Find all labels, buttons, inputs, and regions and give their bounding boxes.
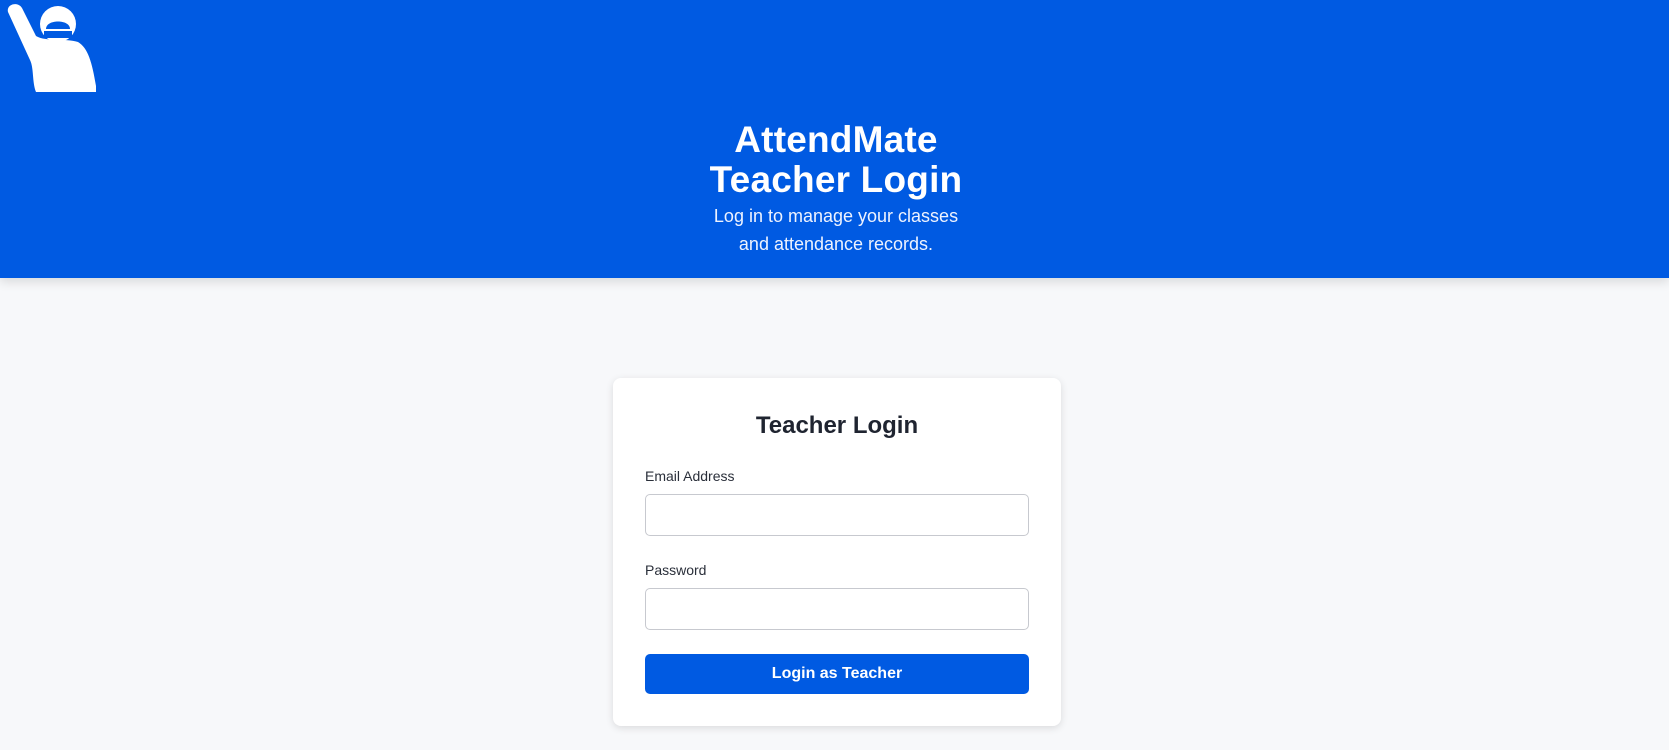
app-title: AttendMate Teacher Login: [0, 120, 1669, 200]
login-card-title: Teacher Login: [755, 412, 919, 439]
hero-subtitle: Log in to manage your classes and attend…: [701, 202, 971, 258]
subtitle-line-2: and attendance records.: [738, 234, 934, 254]
login-as-teacher-button[interactable]: Login as Teacher: [645, 654, 1029, 694]
password-label: Password: [645, 562, 707, 578]
email-field[interactable]: [645, 494, 1029, 536]
subtitle-line-1: Log in to manage your classes: [713, 206, 959, 226]
login-card: Teacher Login Email Address Password Log…: [613, 378, 1061, 726]
top-banner: AttendMate Teacher Login Log in to manag…: [0, 0, 1669, 278]
hero-section: AttendMate Teacher Login Log in to manag…: [0, 120, 1669, 258]
email-label: Email Address: [645, 468, 735, 484]
page-title: Teacher Login: [709, 159, 963, 200]
password-field[interactable]: [645, 588, 1029, 630]
raised-hand-logo-icon: [6, 2, 98, 94]
app-name: AttendMate: [734, 119, 938, 160]
